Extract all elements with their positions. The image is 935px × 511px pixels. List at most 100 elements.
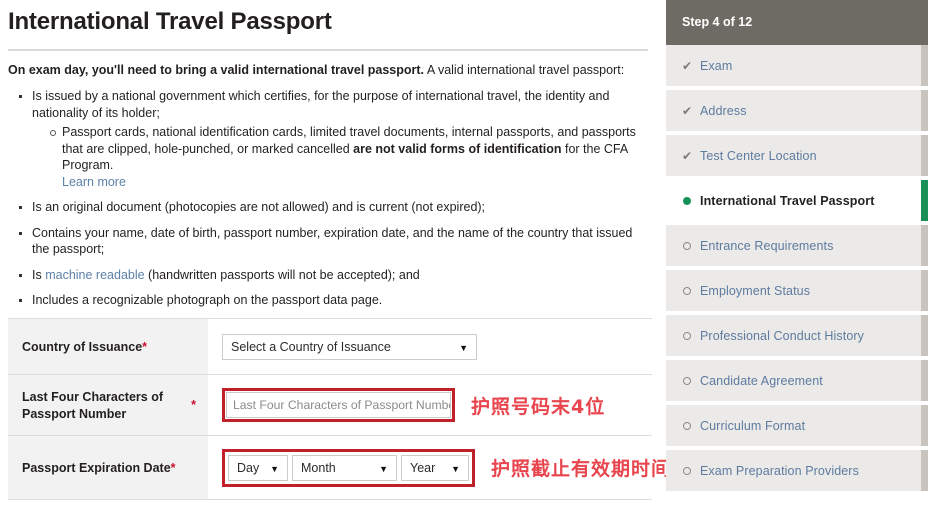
sidebar-item-label: Exam Preparation Providers: [700, 463, 859, 478]
list-item: Is issued by a national government which…: [19, 88, 648, 190]
page-title: International Travel Passport: [8, 8, 332, 35]
title-divider: [8, 49, 648, 51]
list-item: Includes a recognizable photograph on th…: [19, 292, 648, 309]
passport-last-four-input[interactable]: Last Four Characters of Passport Number: [226, 392, 451, 418]
chevron-down-icon: ▼: [270, 463, 279, 474]
required-asterisk: *: [142, 339, 148, 354]
status-edge-bar: [921, 450, 928, 491]
sidebar-item-exam[interactable]: ✔ Exam: [666, 45, 928, 90]
sidebar-item-candidate-agreement[interactable]: Candidate Agreement: [666, 360, 928, 405]
sidebar-item-label: Test Center Location: [700, 148, 817, 163]
pending-circle-icon: [682, 330, 700, 342]
expiration-year-select[interactable]: Year ▼: [401, 454, 469, 481]
annotation-text-passport-last-four: 护照号码末4位: [471, 395, 606, 418]
pending-circle-icon: [682, 465, 700, 477]
sidebar-item-professional-conduct-history[interactable]: Professional Conduct History: [666, 315, 928, 360]
annotation-text-passport-expiration: 护照截止有效期时间: [491, 458, 672, 480]
pending-circle-icon: [682, 285, 700, 297]
chevron-down-icon: ▼: [451, 463, 460, 474]
status-edge-bar: [921, 405, 928, 446]
sidebar-item-international-travel-passport[interactable]: International Travel Passport: [666, 180, 928, 225]
status-edge-bar: [921, 180, 928, 221]
label-text: Last Four Characters of Passport Number: [22, 389, 164, 421]
form-label-country-of-issuance: Country of Issuance *: [8, 318, 208, 374]
label-text: Country of Issuance: [22, 339, 143, 354]
status-edge-bar: [921, 315, 928, 356]
sidebar-item-test-center-location[interactable]: ✔ Test Center Location: [666, 135, 928, 180]
sidebar-item-label: Address: [700, 103, 747, 118]
pending-circle-icon: [682, 240, 700, 252]
red-highlight-box: Day ▼ Month ▼ Year ▼: [222, 448, 475, 487]
sidebar-item-address[interactable]: ✔ Address: [666, 90, 928, 135]
pending-circle-icon: [682, 420, 700, 432]
form-control-country-of-issuance: Select a Country of Issuance ▼: [208, 318, 652, 374]
status-edge-bar: [921, 360, 928, 401]
form-control-passport-expiration-date: Day ▼ Month ▼ Year ▼ 护照截止有效期时间: [208, 435, 672, 499]
learn-more-link[interactable]: Learn more: [62, 175, 126, 189]
requirement-text: Is issued by a national government which…: [32, 89, 610, 120]
required-asterisk: *: [191, 398, 196, 412]
sidebar-item-label: International Travel Passport: [700, 193, 875, 208]
check-icon: ✔: [682, 148, 693, 163]
main-content: International Travel Passport On exam da…: [0, 0, 672, 511]
sidebar-item-label: Curriculum Format: [700, 418, 806, 433]
active-dot-icon: [682, 195, 700, 207]
status-edge-bar: [921, 90, 928, 131]
select-value: Select a Country of Issuance: [231, 339, 391, 354]
sidebar-item-curriculum-format[interactable]: Curriculum Format: [666, 405, 928, 450]
sidebar-item-label: Candidate Agreement: [700, 373, 823, 388]
label-text: Passport Expiration Date: [22, 460, 171, 475]
status-edge-bar: [921, 270, 928, 311]
requirement-text: Includes a recognizable photograph on th…: [32, 293, 383, 307]
status-edge-bar: [921, 135, 928, 176]
select-value: Year: [410, 460, 436, 475]
sidebar-item-entrance-requirements[interactable]: Entrance Requirements: [666, 225, 928, 270]
sub-requirement-bold: are not valid forms of identification: [353, 141, 562, 156]
progress-sidebar: Step 4 of 12 ✔ Exam ✔ Address ✔ Test Cen…: [666, 0, 935, 511]
form-row-passport-last-four: Last Four Characters of Passport Number *…: [8, 374, 652, 436]
status-edge-bar: [921, 225, 928, 266]
intro-rest-text: A valid international travel passport:: [424, 63, 625, 77]
expiration-day-select[interactable]: Day ▼: [228, 454, 288, 481]
pending-circle-icon: [682, 375, 700, 387]
annotated-field-group: Last Four Characters of Passport Number …: [222, 388, 605, 422]
intro-bold-text: On exam day, you'll need to bring a vali…: [8, 63, 425, 77]
sidebar-item-label: Employment Status: [700, 283, 811, 298]
sidebar-item-employment-status[interactable]: Employment Status: [666, 270, 928, 315]
machine-readable-link[interactable]: machine readable: [45, 268, 144, 282]
country-of-issuance-select[interactable]: Select a Country of Issuance ▼: [222, 333, 477, 360]
passport-requirements-sublist: Passport cards, national identification …: [32, 124, 648, 190]
form-label-passport-expiration-date: Passport Expiration Date *: [8, 435, 208, 499]
form-row-country-of-issuance: Country of Issuance * Select a Country of…: [8, 318, 652, 375]
list-item: Is an original document (photocopies are…: [19, 199, 648, 216]
form-label-passport-last-four: Last Four Characters of Passport Number *: [8, 374, 208, 435]
required-asterisk: *: [170, 460, 176, 475]
registration-page: International Travel Passport On exam da…: [0, 0, 935, 511]
select-value: Day: [237, 460, 260, 475]
check-icon: ✔: [682, 58, 693, 73]
requirement-lead: Is: [32, 267, 46, 282]
sidebar-item-label: Exam: [700, 58, 733, 73]
step-indicator: Step 4 of 12: [666, 0, 928, 45]
requirement-text: Is an original document (photocopies are…: [32, 200, 486, 214]
check-icon: ✔: [682, 103, 693, 118]
status-edge-bar: [921, 45, 928, 86]
select-value: Month: [301, 460, 336, 475]
list-item: Contains your name, date of birth, passp…: [19, 225, 648, 258]
requirement-tail: (handwritten passports will not be accep…: [144, 267, 420, 282]
expiration-month-select[interactable]: Month ▼: [292, 454, 397, 481]
requirement-text: Contains your name, date of birth, passp…: [32, 225, 633, 257]
chevron-down-icon: ▼: [459, 342, 468, 353]
sidebar-item-label: Professional Conduct History: [700, 328, 864, 343]
form-control-passport-last-four: Last Four Characters of Passport Number …: [208, 374, 652, 435]
list-item: Is machine readable (handwritten passpor…: [19, 267, 648, 284]
annotated-field-group: Day ▼ Month ▼ Year ▼ 护照截止有效期时间: [222, 448, 672, 487]
intro-paragraph: On exam day, you'll need to bring a vali…: [8, 62, 648, 78]
form-row-passport-expiration-date: Passport Expiration Date* Day ▼ Month ▼: [8, 435, 672, 500]
passport-form: Country of Issuance * Select a Country of…: [8, 317, 672, 500]
chevron-down-icon: ▼: [379, 463, 388, 474]
red-highlight-box: Last Four Characters of Passport Number: [222, 388, 455, 422]
list-item: Passport cards, national identification …: [50, 124, 648, 190]
passport-requirements-list: Is issued by a national government which…: [8, 88, 648, 309]
sidebar-item-exam-preparation-providers[interactable]: Exam Preparation Providers: [666, 450, 928, 495]
